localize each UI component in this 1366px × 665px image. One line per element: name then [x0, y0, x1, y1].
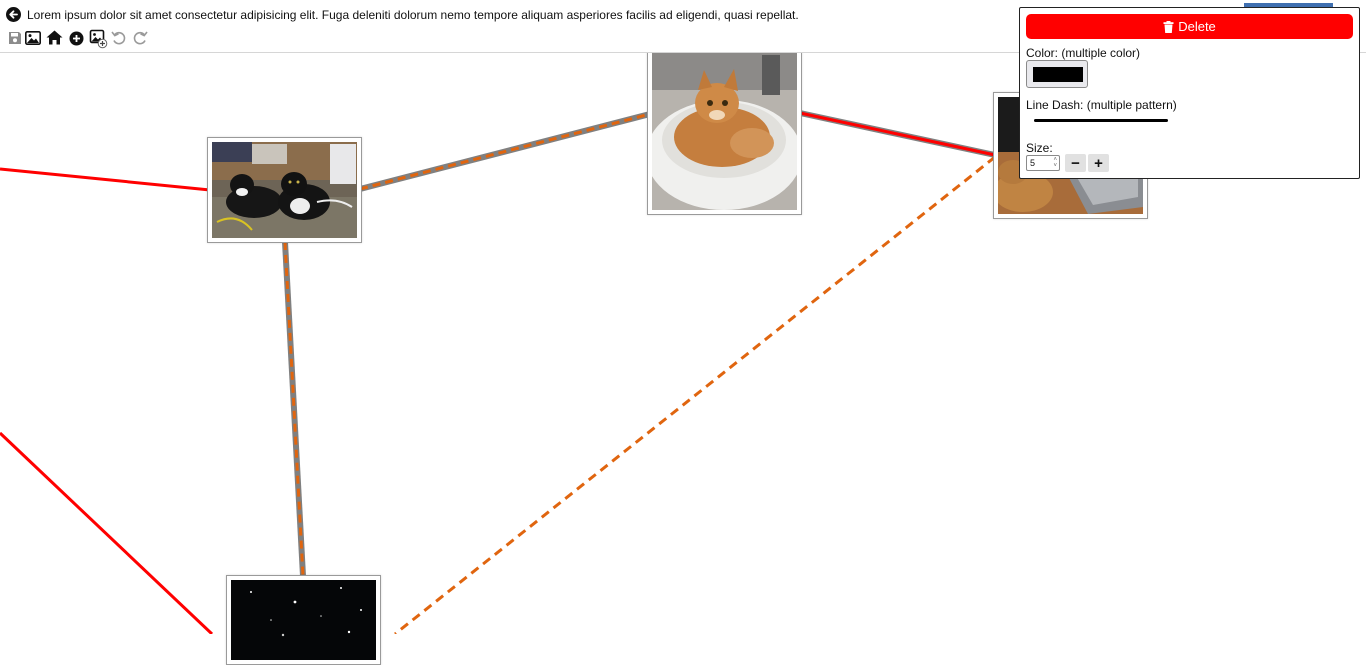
- size-decrement-button[interactable]: −: [1065, 154, 1086, 172]
- photo-node-two-cats[interactable]: [207, 137, 362, 243]
- plus-icon: +: [1094, 154, 1103, 172]
- trash-icon: [1163, 20, 1174, 33]
- delete-button[interactable]: Delete: [1026, 14, 1353, 39]
- line-dash-label: Line Dash: (multiple pattern): [1026, 98, 1177, 112]
- delete-label: Delete: [1178, 19, 1216, 34]
- size-input[interactable]: 5 ˄ ˅: [1026, 155, 1060, 171]
- edge-gray-cats-space[interactable]: [282, 241, 306, 577]
- edge-red-left[interactable]: [0, 167, 211, 192]
- back-arrow-icon: [6, 7, 21, 22]
- image-icon: [25, 31, 41, 45]
- size-label: Size:: [1026, 141, 1053, 155]
- color-label: Color: (multiple color): [1026, 46, 1141, 60]
- add-node-button[interactable]: [68, 29, 86, 47]
- edge-red-diagonal[interactable]: [0, 431, 214, 634]
- sink-cat-image: [652, 45, 797, 210]
- two-cats-image: [212, 142, 357, 238]
- add-image-button[interactable]: [89, 29, 108, 49]
- undo-icon: [111, 31, 126, 45]
- color-picker[interactable]: [1026, 60, 1088, 88]
- edge-orange-dash-cats-sink[interactable]: [359, 112, 651, 191]
- home-button[interactable]: [46, 29, 64, 47]
- size-value: 5: [1030, 158, 1036, 168]
- line-dash-selector[interactable]: [1034, 119, 1168, 122]
- add-circle-icon: [69, 31, 84, 46]
- photo-sink-cat: [652, 45, 797, 210]
- redo-icon: [133, 31, 148, 45]
- image-button[interactable]: [24, 29, 42, 47]
- photo-space: [231, 580, 376, 660]
- back-button[interactable]: [5, 6, 22, 23]
- home-icon: [46, 30, 63, 45]
- edge-orange-dash-laptop-space[interactable]: [394, 155, 996, 634]
- color-swatch-fill: [1033, 67, 1083, 82]
- undo-button[interactable]: [110, 29, 128, 47]
- redo-button[interactable]: [131, 29, 149, 47]
- space-image: [231, 580, 376, 660]
- photo-two-cats: [212, 142, 357, 238]
- minus-icon: −: [1071, 154, 1080, 172]
- page-description: Lorem ipsum dolor sit amet consectetur a…: [27, 8, 799, 22]
- size-increment-button[interactable]: +: [1088, 154, 1109, 172]
- photo-node-space[interactable]: [226, 575, 381, 665]
- properties-panel: Delete Color: (multiple color) Line Dash…: [1019, 7, 1360, 179]
- photo-node-sink-cat[interactable]: [647, 40, 802, 215]
- save-icon: [9, 32, 21, 44]
- size-spinner[interactable]: ˄ ˅: [1053, 157, 1057, 169]
- add-image-icon: [89, 29, 108, 49]
- edge-red-sink-laptop[interactable]: [799, 111, 996, 157]
- save-button[interactable]: [6, 29, 24, 47]
